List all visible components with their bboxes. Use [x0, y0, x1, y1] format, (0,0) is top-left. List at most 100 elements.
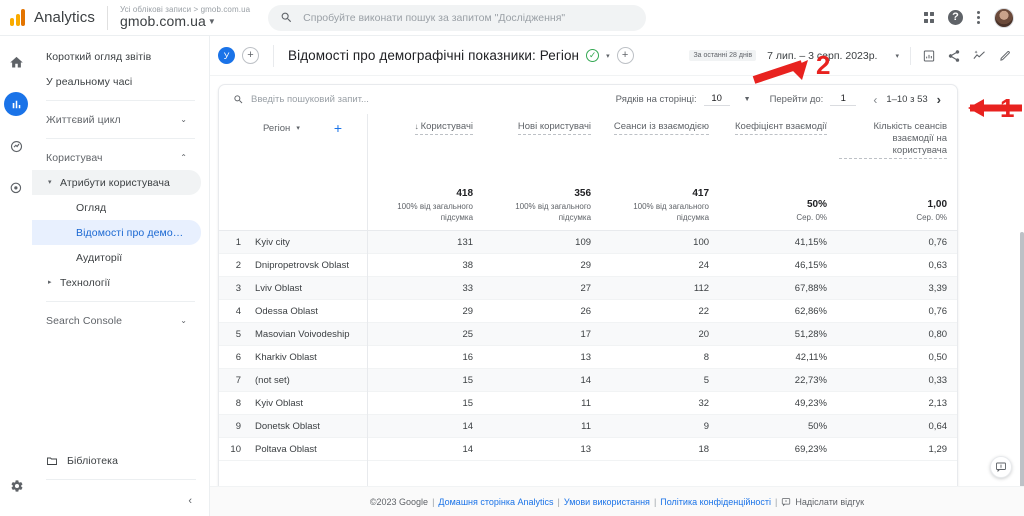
row-region[interactable]: Dnipropetrovsk Oblast [249, 254, 367, 277]
chevron-down-icon[interactable]: ▼ [744, 96, 751, 103]
footer-send-feedback[interactable]: Надіслати відгук [795, 497, 864, 507]
goto-page-input[interactable]: 1 [830, 93, 856, 106]
row-region[interactable]: Poltava Oblast [249, 438, 367, 461]
row-sessions-per-user: 0,50 [839, 346, 958, 369]
table-row[interactable]: 1 Kyiv city 131 109 100 41,15% 0,76 [219, 231, 958, 254]
row-sessions-per-user: 0,63 [839, 254, 958, 277]
edit-icon[interactable] [998, 49, 1012, 63]
reports-icon[interactable] [4, 92, 28, 116]
sidebar-item-search-console[interactable]: Search Console ⌄ [32, 308, 201, 333]
comparison-badge[interactable]: У [218, 47, 235, 64]
advertising-icon[interactable] [4, 176, 28, 200]
sidebar-item-audiences[interactable]: Аудиторії [32, 245, 201, 270]
sidebar-item-user-attributes[interactable]: ▾ Атрибути користувача [32, 170, 201, 195]
chevron-down-icon[interactable]: ▾ [606, 52, 610, 60]
table-row[interactable]: 9 Donetsk Oblast 14 11 9 50% 0,64 [219, 415, 958, 438]
home-icon[interactable] [4, 50, 28, 74]
navigation-sidebar: Короткий огляд звітів У реальному часі Ж… [32, 36, 210, 516]
chevron-down-icon[interactable]: ▾ [895, 52, 899, 60]
table-row[interactable]: 10 Poltava Oblast 14 13 18 69,23% 1,29 [219, 438, 958, 461]
row-engagement-rate: 42,11% [721, 346, 839, 369]
row-region[interactable]: (not set) [249, 369, 367, 392]
table-row[interactable]: 3 Lviv Oblast 33 27 112 67,88% 3,39 [219, 277, 958, 300]
totals-new-users: 356 100% від загального підсумка [485, 187, 603, 231]
sidebar-item-tech[interactable]: ▸ Технології [32, 270, 201, 295]
add-dimension-button[interactable]: + [334, 121, 342, 135]
metric-header-new-users[interactable]: Нові користувачі [485, 114, 603, 187]
metric-header-sessions-per-user[interactable]: Кількість сеансів взаємодії на користува… [839, 114, 958, 187]
row-index: 2 [219, 254, 249, 277]
sidebar-item-realtime[interactable]: У реальному часі [32, 69, 201, 94]
row-index: 3 [219, 277, 249, 300]
row-region[interactable]: Kyiv Oblast [249, 392, 367, 415]
apps-grid-icon[interactable] [924, 12, 935, 23]
sidebar-item-label: Аудиторії [76, 252, 122, 264]
report-header: У + Відомості про демографічні показники… [210, 36, 1024, 76]
sidebar-item-reports-snapshot[interactable]: Короткий огляд звітів [32, 44, 201, 69]
row-index: 1 [219, 231, 249, 254]
sidebar-library-label: Бібліотека [67, 455, 118, 467]
gear-icon[interactable] [10, 479, 24, 498]
sidebar-item-user[interactable]: Користувач ⌃ [32, 145, 201, 170]
goto-page-label: Перейти до: [770, 94, 824, 105]
table-row[interactable]: 7 (not set) 15 14 5 22,73% 0,33 [219, 369, 958, 392]
chevron-down-icon[interactable]: ▾ [296, 124, 300, 132]
customize-report-icon[interactable] [922, 49, 936, 63]
table-row[interactable]: 2 Dnipropetrovsk Oblast 38 29 24 46,15% … [219, 254, 958, 277]
row-region[interactable]: Lviv Oblast [249, 277, 367, 300]
row-region[interactable]: Masovian Voivodeship [249, 323, 367, 346]
separator: | [558, 497, 560, 507]
row-sessions-per-user: 1,29 [839, 438, 958, 461]
row-engaged-sessions: 8 [603, 346, 721, 369]
row-region[interactable]: Kharkiv Oblast [249, 346, 367, 369]
table-row[interactable]: 5 Masovian Voivodeship 25 17 20 51,28% 0… [219, 323, 958, 346]
metric-header-users[interactable]: ↓Користувачі [367, 114, 485, 187]
footer-link-privacy[interactable]: Політика конфіденційності [660, 497, 771, 507]
table-row[interactable]: 8 Kyiv Oblast 15 11 32 49,23% 2,13 [219, 392, 958, 415]
row-region[interactable]: Kyiv city [249, 231, 367, 254]
more-vert-icon[interactable] [977, 11, 980, 24]
sidebar-item-overview[interactable]: Огляд [32, 195, 201, 220]
footer-link-analytics-home[interactable]: Домашня сторінка Analytics [438, 497, 553, 507]
next-page-button[interactable]: › [935, 92, 943, 107]
metric-header-engaged-sessions[interactable]: Сеанси із взаємодією [603, 114, 721, 187]
footer-link-terms[interactable]: Умови використання [564, 497, 650, 507]
row-engaged-sessions: 100 [603, 231, 721, 254]
sidebar-item-lifecycle[interactable]: Життєвий цикл ⌄ [32, 107, 201, 132]
main-content: У + Відомості про демографічні показники… [210, 36, 1024, 516]
share-icon[interactable] [947, 49, 961, 63]
prev-page-button[interactable]: ‹ [871, 93, 879, 107]
metric-header-engagement-rate[interactable]: Коефіцієнт взаємодії [721, 114, 839, 187]
row-region[interactable]: Donetsk Oblast [249, 415, 367, 438]
analytics-logo-icon [10, 9, 25, 26]
table-row[interactable]: 6 Kharkiv Oblast 16 13 8 42,11% 0,50 [219, 346, 958, 369]
help-icon[interactable]: ? [948, 10, 963, 25]
chevron-left-icon: ‹ [188, 495, 192, 507]
chevron-down-icon: ⌄ [180, 115, 187, 124]
add-comparison-button[interactable]: + [242, 47, 259, 64]
rows-per-page-dropdown[interactable]: 10 [704, 93, 730, 106]
sidebar-collapse-button[interactable]: ‹ [32, 486, 210, 516]
row-index: 5 [219, 323, 249, 346]
sidebar-item-library[interactable]: Бібліотека [32, 448, 202, 473]
brand-name: Analytics [34, 9, 95, 26]
page-scrollbar[interactable] [1020, 232, 1024, 508]
avatar[interactable] [994, 8, 1014, 28]
row-region[interactable]: Odessa Oblast [249, 300, 367, 323]
send-feedback-button[interactable] [990, 456, 1012, 478]
explore-icon[interactable] [4, 134, 28, 158]
insights-icon[interactable] [972, 48, 987, 63]
sidebar-item-demographic-details[interactable]: Відомості про демографіч... [32, 220, 201, 245]
divider [273, 45, 274, 67]
row-engagement-rate: 50% [721, 415, 839, 438]
table-row[interactable]: 4 Odessa Oblast 29 26 22 62,86% 0,76 [219, 300, 958, 323]
date-range-value[interactable]: 7 лип. – 3 серп. 2023р. [767, 50, 877, 62]
table-search[interactable]: Введіть пошуковий запит... [233, 94, 369, 105]
global-search-placeholder: Спробуйте виконати пошук за запитом "Дос… [303, 12, 565, 24]
account-selector[interactable]: Усі облікові записи > gmob.com.ua gmob.c… [120, 6, 250, 29]
insert-report-button[interactable]: + [617, 47, 634, 64]
row-engagement-rate: 62,86% [721, 300, 839, 323]
dimension-name[interactable]: Регіон [263, 123, 290, 134]
sidebar-item-label: Огляд [76, 202, 106, 214]
global-search-box[interactable]: Спробуйте виконати пошук за запитом "Дос… [268, 5, 646, 31]
